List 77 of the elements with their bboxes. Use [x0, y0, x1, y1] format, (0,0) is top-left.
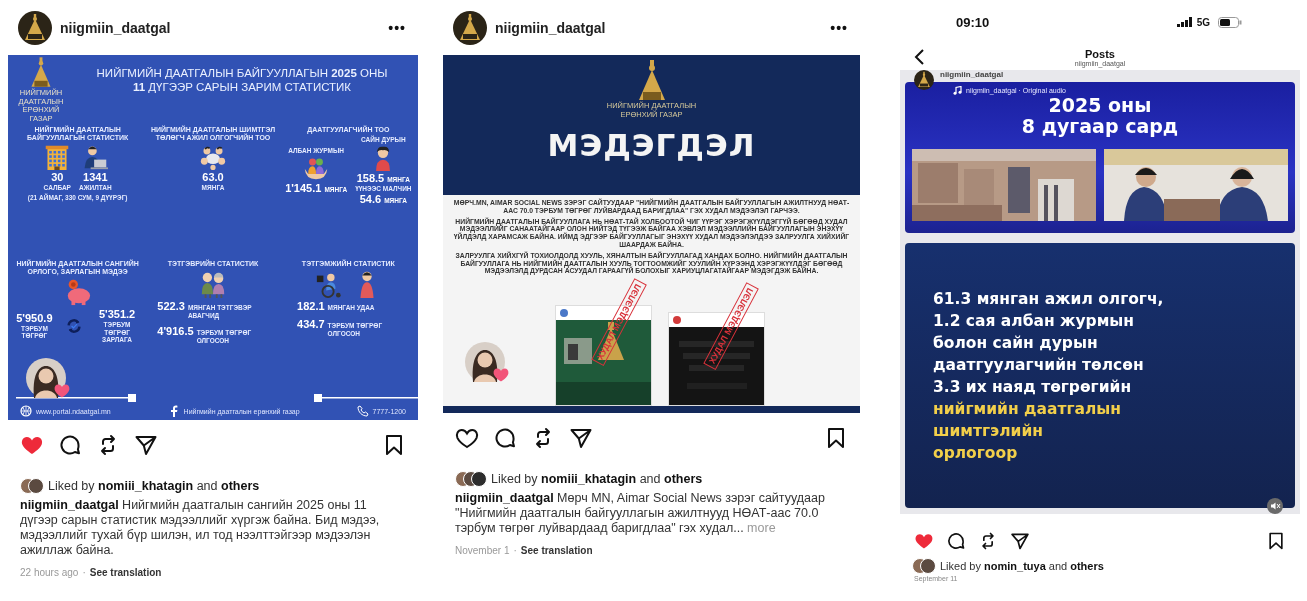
stat-value: 30	[51, 171, 64, 183]
profile-avatar[interactable]	[453, 10, 487, 45]
liked-by-text: Liked by nomin_tuya and others	[940, 560, 1104, 572]
building-icon	[44, 144, 71, 170]
card-text-line: даатгуулагчийн төлсөн	[933, 354, 1145, 376]
person-laptop-icon	[82, 144, 109, 170]
stat-value: 522.3	[157, 300, 185, 312]
back-icon[interactable]	[914, 49, 926, 65]
stat-value: 434.7	[297, 318, 325, 330]
music-icon	[953, 86, 962, 95]
avatar	[465, 342, 505, 382]
separator-dot: ·	[82, 567, 86, 578]
logo-icon	[30, 57, 52, 87]
card-heading: 8 дугаар сард	[1021, 116, 1179, 137]
card-text-line: 61.3 мянган ажил олгогч,	[933, 288, 1164, 310]
send-icon[interactable]	[1010, 531, 1030, 551]
username[interactable]: niigmiin_daatgal	[940, 70, 1004, 79]
battery-icon	[1218, 16, 1242, 28]
card-text-line: нийгмийн даатгалын	[933, 398, 1123, 420]
send-icon[interactable]	[134, 433, 158, 457]
username[interactable]: niigmiin_daatgal	[495, 19, 606, 36]
page-title: Posts	[1085, 47, 1115, 60]
infographic-title: НИЙГМИЙН ДААТГАЛЫН БАЙГУУЛЛАГЫН 2025 ОНЫ	[96, 67, 388, 79]
post-time: 22 hours ago	[20, 567, 79, 578]
liked-by-text: Liked by nomiii_khatagin and others	[491, 472, 703, 486]
comment-icon[interactable]	[493, 426, 517, 450]
card-text-line: орлогоор	[933, 442, 1019, 464]
infographic-title: 11 ДҮГЭЭР САРЫН ЗАРИМ СТАТИСТИК	[132, 81, 352, 93]
username[interactable]: niigmiin_daatgal	[60, 19, 171, 36]
status-time: 09:10	[956, 14, 990, 30]
stat-value: 5'351.2	[98, 308, 136, 320]
card-text-line: 1.2 сая албан журмын	[933, 310, 1136, 332]
card-heading: 2025 оны	[1048, 95, 1152, 116]
stat-value: 54.6	[359, 193, 382, 205]
stat-value: 1'145.1	[285, 182, 322, 195]
more-options-button[interactable]: •••	[830, 19, 848, 36]
see-translation-link[interactable]: See translation	[89, 567, 162, 578]
liker-avatars	[455, 471, 487, 487]
stat-value: 158.5	[356, 171, 385, 184]
logo-icon	[636, 60, 667, 100]
avatar	[26, 358, 66, 398]
more-options-button[interactable]: •••	[388, 19, 406, 36]
stat-value: 63.0	[202, 171, 224, 183]
card-text-line: шимтгэлийн	[933, 420, 1045, 442]
liker-avatars	[912, 558, 936, 574]
notice-heading: МЭДЭГДЭЛ	[547, 127, 756, 163]
hands-people-icon	[303, 155, 330, 182]
liked-by-text: Liked by nomiii_khatagin and others	[48, 479, 260, 493]
stat-value: 5'950.9	[16, 311, 53, 324]
avatar	[560, 309, 568, 317]
heart-icon	[54, 384, 70, 398]
profile-avatar[interactable]	[18, 10, 52, 45]
heart-icon	[493, 368, 509, 382]
comment-icon[interactable]	[58, 433, 82, 457]
comment-icon[interactable]	[946, 531, 966, 551]
people-group-icon	[200, 144, 226, 170]
network-label: 5G	[1196, 16, 1210, 28]
globe-icon	[20, 405, 32, 417]
see-translation-link[interactable]: See translation	[520, 545, 593, 556]
couple-icon	[199, 270, 227, 298]
post-time: November 1	[455, 545, 510, 556]
separator-dot: ·	[513, 545, 517, 556]
bookmark-icon[interactable]	[1266, 531, 1286, 551]
signal-icon	[1176, 17, 1193, 27]
post-caption: niigmiin_daatgal Мөрч MN, Aimar Social News зэрэг сайтуудаар "Нийгмийн даатгалын байгууллагын ажилтнууд НӨАТ-аас 70.0 тэрбум төгрөг луйвардаад баригдлаа" гэх худал... more	[455, 491, 826, 536]
send-icon[interactable]	[569, 426, 593, 450]
like-button[interactable]	[455, 426, 479, 450]
card-text-line: 3.3 их наяд төгрөгийн	[933, 376, 1133, 398]
phone-icon	[356, 405, 369, 417]
stat-value: 182.1	[297, 300, 325, 312]
liker-avatars	[20, 478, 44, 494]
stat-value: 4'916.5	[157, 325, 194, 337]
mute-icon[interactable]	[1267, 498, 1283, 514]
post-caption: niigmiin_daatgal Нийгмийн даатгалын сангийн 2025 оны 11 дүгээр сарын статистик мэдээллийг хүргэж байна. Бид мэдээ, мэдээллийг тухай бүр шилэн, ил тод нээлттэйгээр мэдээлэн ажиллаж байна.	[20, 498, 381, 558]
stat-value: 1341	[83, 171, 108, 183]
card-text-line: болон сайн дурын	[933, 332, 1099, 354]
avatar	[673, 316, 681, 324]
